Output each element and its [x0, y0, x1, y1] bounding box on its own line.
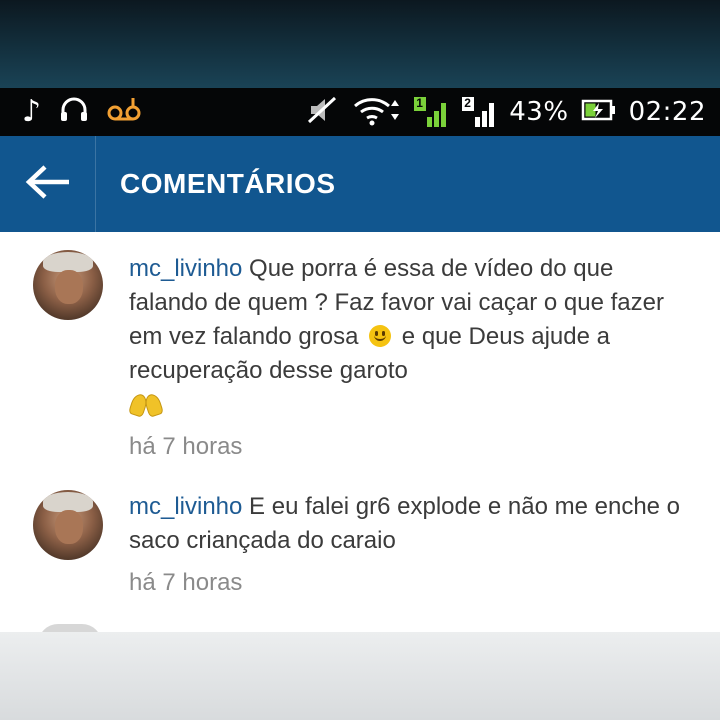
muted-icon — [305, 95, 339, 130]
headphones-icon — [59, 95, 89, 129]
music-note-icon: ♪ — [22, 94, 42, 129]
voicemail-icon — [107, 96, 141, 128]
praying-hands-emoji — [127, 390, 165, 418]
comment-username[interactable]: mc_livinho — [129, 493, 242, 520]
wifi-icon — [351, 94, 401, 131]
comment-timestamp: há 7 horas — [129, 433, 243, 460]
comment-text-block: mc_livinho E eu falei gr6 explode e não … — [129, 490, 689, 600]
smiley-emoji — [369, 325, 392, 347]
avatar[interactable] — [33, 250, 103, 320]
arrow-left-icon — [23, 164, 73, 205]
comment-list: mc_livinho Que porra é essa de vídeo do … — [0, 232, 720, 632]
battery-percent: 43% — [509, 97, 569, 127]
comment-text-block: mc_livinho Que porra é essa de vídeo do … — [127, 252, 689, 464]
comment-timestamp: há 7 horas — [129, 569, 243, 596]
page-title: COMENTÁRIOS — [120, 168, 336, 199]
wallpaper-strip — [0, 0, 720, 88]
battery-charging-icon — [581, 98, 617, 127]
status-bar: ♪ 1 2 43% 02:22 — [0, 88, 720, 136]
action-bar: COMENTÁRIOS — [0, 136, 720, 232]
sim2-signal-icon: 2 — [461, 95, 497, 129]
sim2-label: 2 — [464, 96, 471, 110]
back-button[interactable] — [0, 136, 96, 232]
avatar[interactable] — [33, 490, 103, 560]
clock: 02:22 — [628, 97, 706, 127]
sim1-signal-icon: 1 — [413, 95, 449, 129]
bottom-fade — [0, 632, 720, 720]
sim1-label: 1 — [416, 96, 423, 110]
comment-username[interactable]: mc_livinho — [129, 255, 242, 282]
